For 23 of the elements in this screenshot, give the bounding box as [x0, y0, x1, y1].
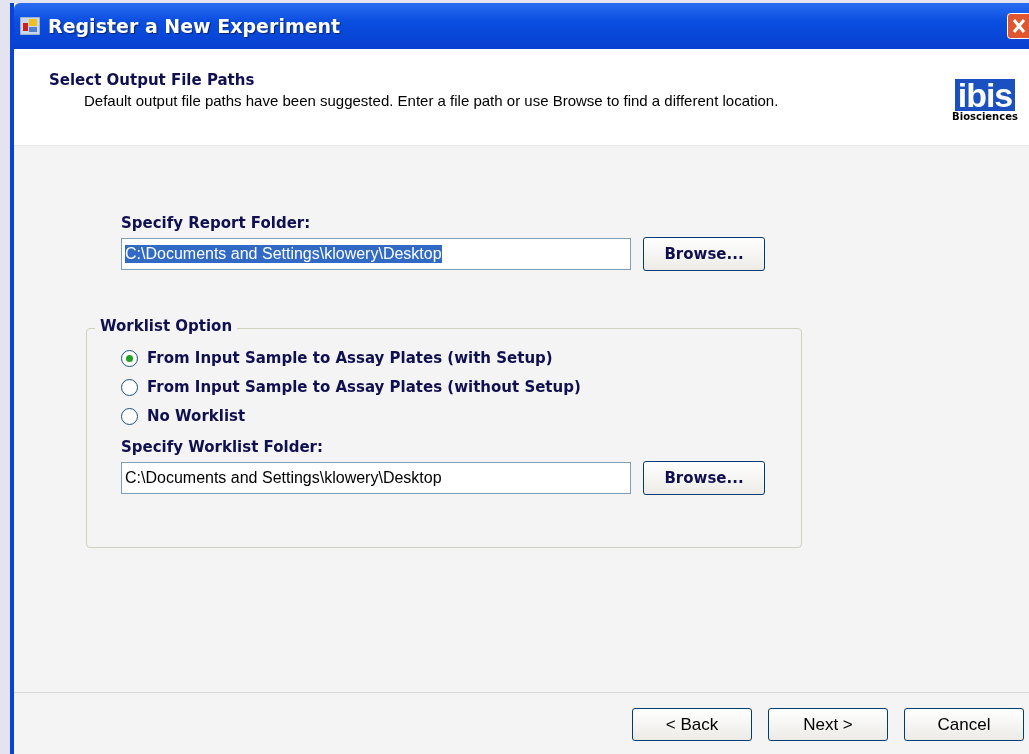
radio-button[interactable]	[121, 407, 138, 425]
radio-button[interactable]	[121, 349, 138, 367]
browse-button[interactable]: Browse...	[643, 461, 765, 495]
field-label: Specify Worklist Folder:	[121, 438, 324, 456]
page-title: Select Output File Paths	[49, 71, 256, 89]
radio-button[interactable]	[121, 378, 138, 396]
input-field[interactable]: C:\Documents and Settings\klowery\Desktop	[121, 238, 631, 270]
radio-option[interactable]: From Input Sample to Assay Plates (with Setup)	[121, 349, 801, 367]
window-title: Register a New Experiment	[48, 15, 341, 37]
wizard-button[interactable]: Cancel	[904, 708, 1024, 741]
wizard-button[interactable]: Next >	[768, 708, 888, 741]
logo-tagline: Biosciences	[952, 111, 1018, 122]
radio-option[interactable]: No Worklist	[121, 407, 801, 425]
app-icon	[20, 17, 40, 35]
close-icon[interactable]	[1007, 13, 1029, 39]
wizard-button[interactable]: < Back	[632, 708, 752, 741]
browse-button[interactable]: Browse...	[643, 237, 765, 271]
input-field[interactable]: C:\Documents and Settings\klowery\Desktop	[121, 462, 631, 494]
radio-option[interactable]: From Input Sample to Assay Plates (without Setup)	[121, 378, 801, 396]
field-label: Specify Report Folder:	[121, 214, 312, 232]
page-description: Default output file paths have been suggested. Enter a file path or use Browse to find a different location.	[83, 91, 780, 111]
logo-wordmark: ibis	[954, 79, 1016, 111]
group-title: Worklist Option	[95, 317, 238, 335]
